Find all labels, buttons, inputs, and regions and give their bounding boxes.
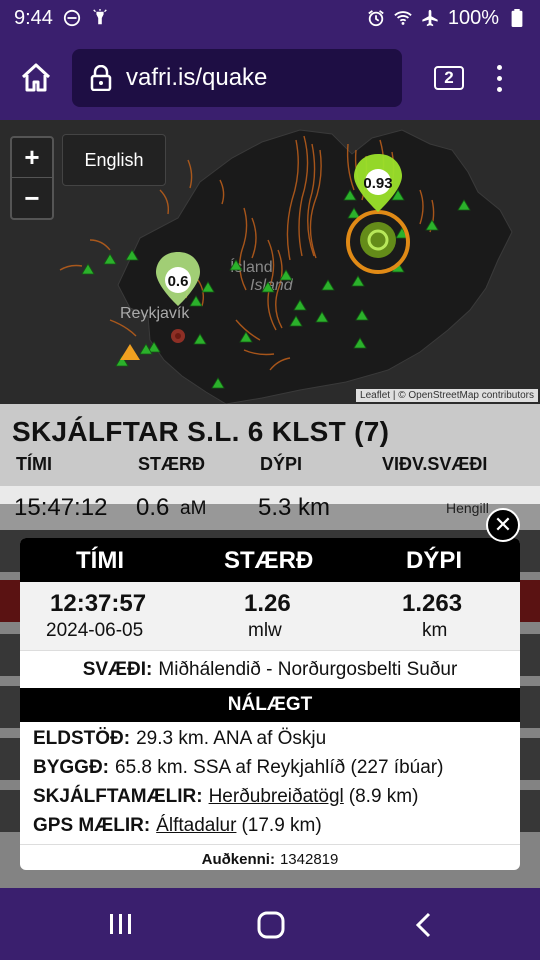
id-label: Auðkenni: <box>201 851 275 868</box>
home-button[interactable] <box>14 56 58 100</box>
overflow-menu-icon[interactable] <box>494 64 504 92</box>
do-not-disturb-icon <box>63 9 81 27</box>
popup-date: 2024-06-05 <box>46 620 144 641</box>
popup-town-row: BYGGÐ: 65.8 km. SSA af Reykjahlíð (227 í… <box>20 753 520 782</box>
url-text: vafri.is/quake <box>126 64 268 91</box>
flashlight-icon <box>93 9 107 25</box>
home-icon <box>21 63 51 92</box>
popup-col-size: STÆRÐ <box>224 547 314 574</box>
map-label-reykjavik: Reykjavík <box>120 305 190 322</box>
popup-depth-unit: km <box>422 620 448 641</box>
battery-icon <box>511 9 523 27</box>
col-area: VIÐV.SVÆÐI <box>382 454 488 474</box>
col-depth: DÝPI <box>260 454 303 474</box>
popup-area-label: SVÆÐI: <box>82 658 153 680</box>
status-bar: 9:44 100% <box>0 0 540 36</box>
popup-magnitude: 1.26 <box>244 590 291 617</box>
popup-id-row: Auðkenni: 1342819 <box>20 844 520 870</box>
tab-switcher-button[interactable]: 2 <box>434 66 464 90</box>
map-attribution[interactable]: Leaflet | © OpenStreetMap contributors <box>356 389 538 402</box>
alarm-icon <box>368 10 384 27</box>
popup-values: 12:37:57 2024-06-05 1.26 mlw 1.263 km <box>20 582 520 650</box>
seismometer-label: SKJÁLFTAMÆLIR: <box>33 785 203 807</box>
close-popup-button[interactable]: ✕ <box>486 508 520 542</box>
id-value: 1342819 <box>279 851 339 868</box>
language-button[interactable]: English <box>62 134 166 186</box>
zoom-out-button[interactable]: − <box>12 178 52 218</box>
volcano-value: 29.3 km. ANA af Öskju <box>136 727 327 749</box>
quake-detail-popup: TÍMI STÆRÐ DÝPI 12:37:57 2024-06-05 1.26… <box>20 538 520 870</box>
gps-distance: (17.9 km) <box>241 814 322 836</box>
wifi-icon <box>394 11 412 25</box>
seismometer-distance: (8.9 km) <box>348 785 419 807</box>
col-time: TÍMI <box>16 454 52 474</box>
popup-time: 12:37:57 <box>50 590 147 617</box>
quake-pin-label-1: 0.93 <box>363 175 392 192</box>
airplane-icon <box>422 9 438 27</box>
popup-header: TÍMI STÆRÐ DÝPI <box>20 538 520 582</box>
back-icon[interactable] <box>412 910 436 940</box>
map-view[interactable]: Ísland Island Reykjavík 0.93 0.6 + − Eng… <box>0 120 540 406</box>
volcano-label: ELDSTÖÐ: <box>33 727 131 749</box>
popup-col-depth: DÝPI <box>406 547 463 574</box>
battery-percent: 100% <box>447 6 499 29</box>
url-bar[interactable]: vafri.is/quake <box>72 49 402 107</box>
popup-depth: 1.263 <box>402 590 463 617</box>
status-time: 9:44 <box>14 6 53 29</box>
popup-magnitude-unit: mlw <box>248 620 282 641</box>
popup-nearby-header: NÁLÆGT <box>20 688 520 722</box>
col-size: STÆRÐ <box>138 454 205 474</box>
home-nav-icon[interactable] <box>256 910 286 940</box>
recent-apps-icon[interactable] <box>108 910 134 938</box>
popup-area: Miðhálendið - Norðurgosbelti Suður <box>158 658 458 680</box>
zoom-control: + − <box>10 136 54 220</box>
popup-area-row: SVÆÐI: Miðhálendið - Norðurgosbelti Suðu… <box>20 650 520 688</box>
quake-pin-label-2: 0.6 <box>168 273 189 290</box>
gps-label: GPS MÆLIR: <box>33 814 151 836</box>
list-title: SKJÁLFTAR S.L. 6 KLST (7) <box>12 416 390 447</box>
zoom-in-button[interactable]: + <box>12 138 52 178</box>
popup-col-time: TÍMI <box>76 547 124 574</box>
town-label: BYGGÐ: <box>33 756 109 778</box>
popup-volcano-row: ELDSTÖÐ: 29.3 km. ANA af Öskju <box>20 724 520 753</box>
popup-gps-row: GPS MÆLIR: Álftadalur (17.9 km) <box>20 811 520 840</box>
system-nav-bar <box>0 888 540 960</box>
browser-toolbar: vafri.is/quake 2 <box>0 36 540 120</box>
gps-link[interactable]: Álftadalur <box>156 815 236 837</box>
seismometer-link[interactable]: Herðubreiðatögl <box>209 786 344 808</box>
town-value: 65.8 km. SSA af Reykjahlíð (227 íbúar) <box>115 756 444 778</box>
popup-seismometer-row: SKJÁLFTAMÆLIR: Herðubreiðatögl (8.9 km) <box>20 782 520 811</box>
lock-icon <box>90 65 112 91</box>
